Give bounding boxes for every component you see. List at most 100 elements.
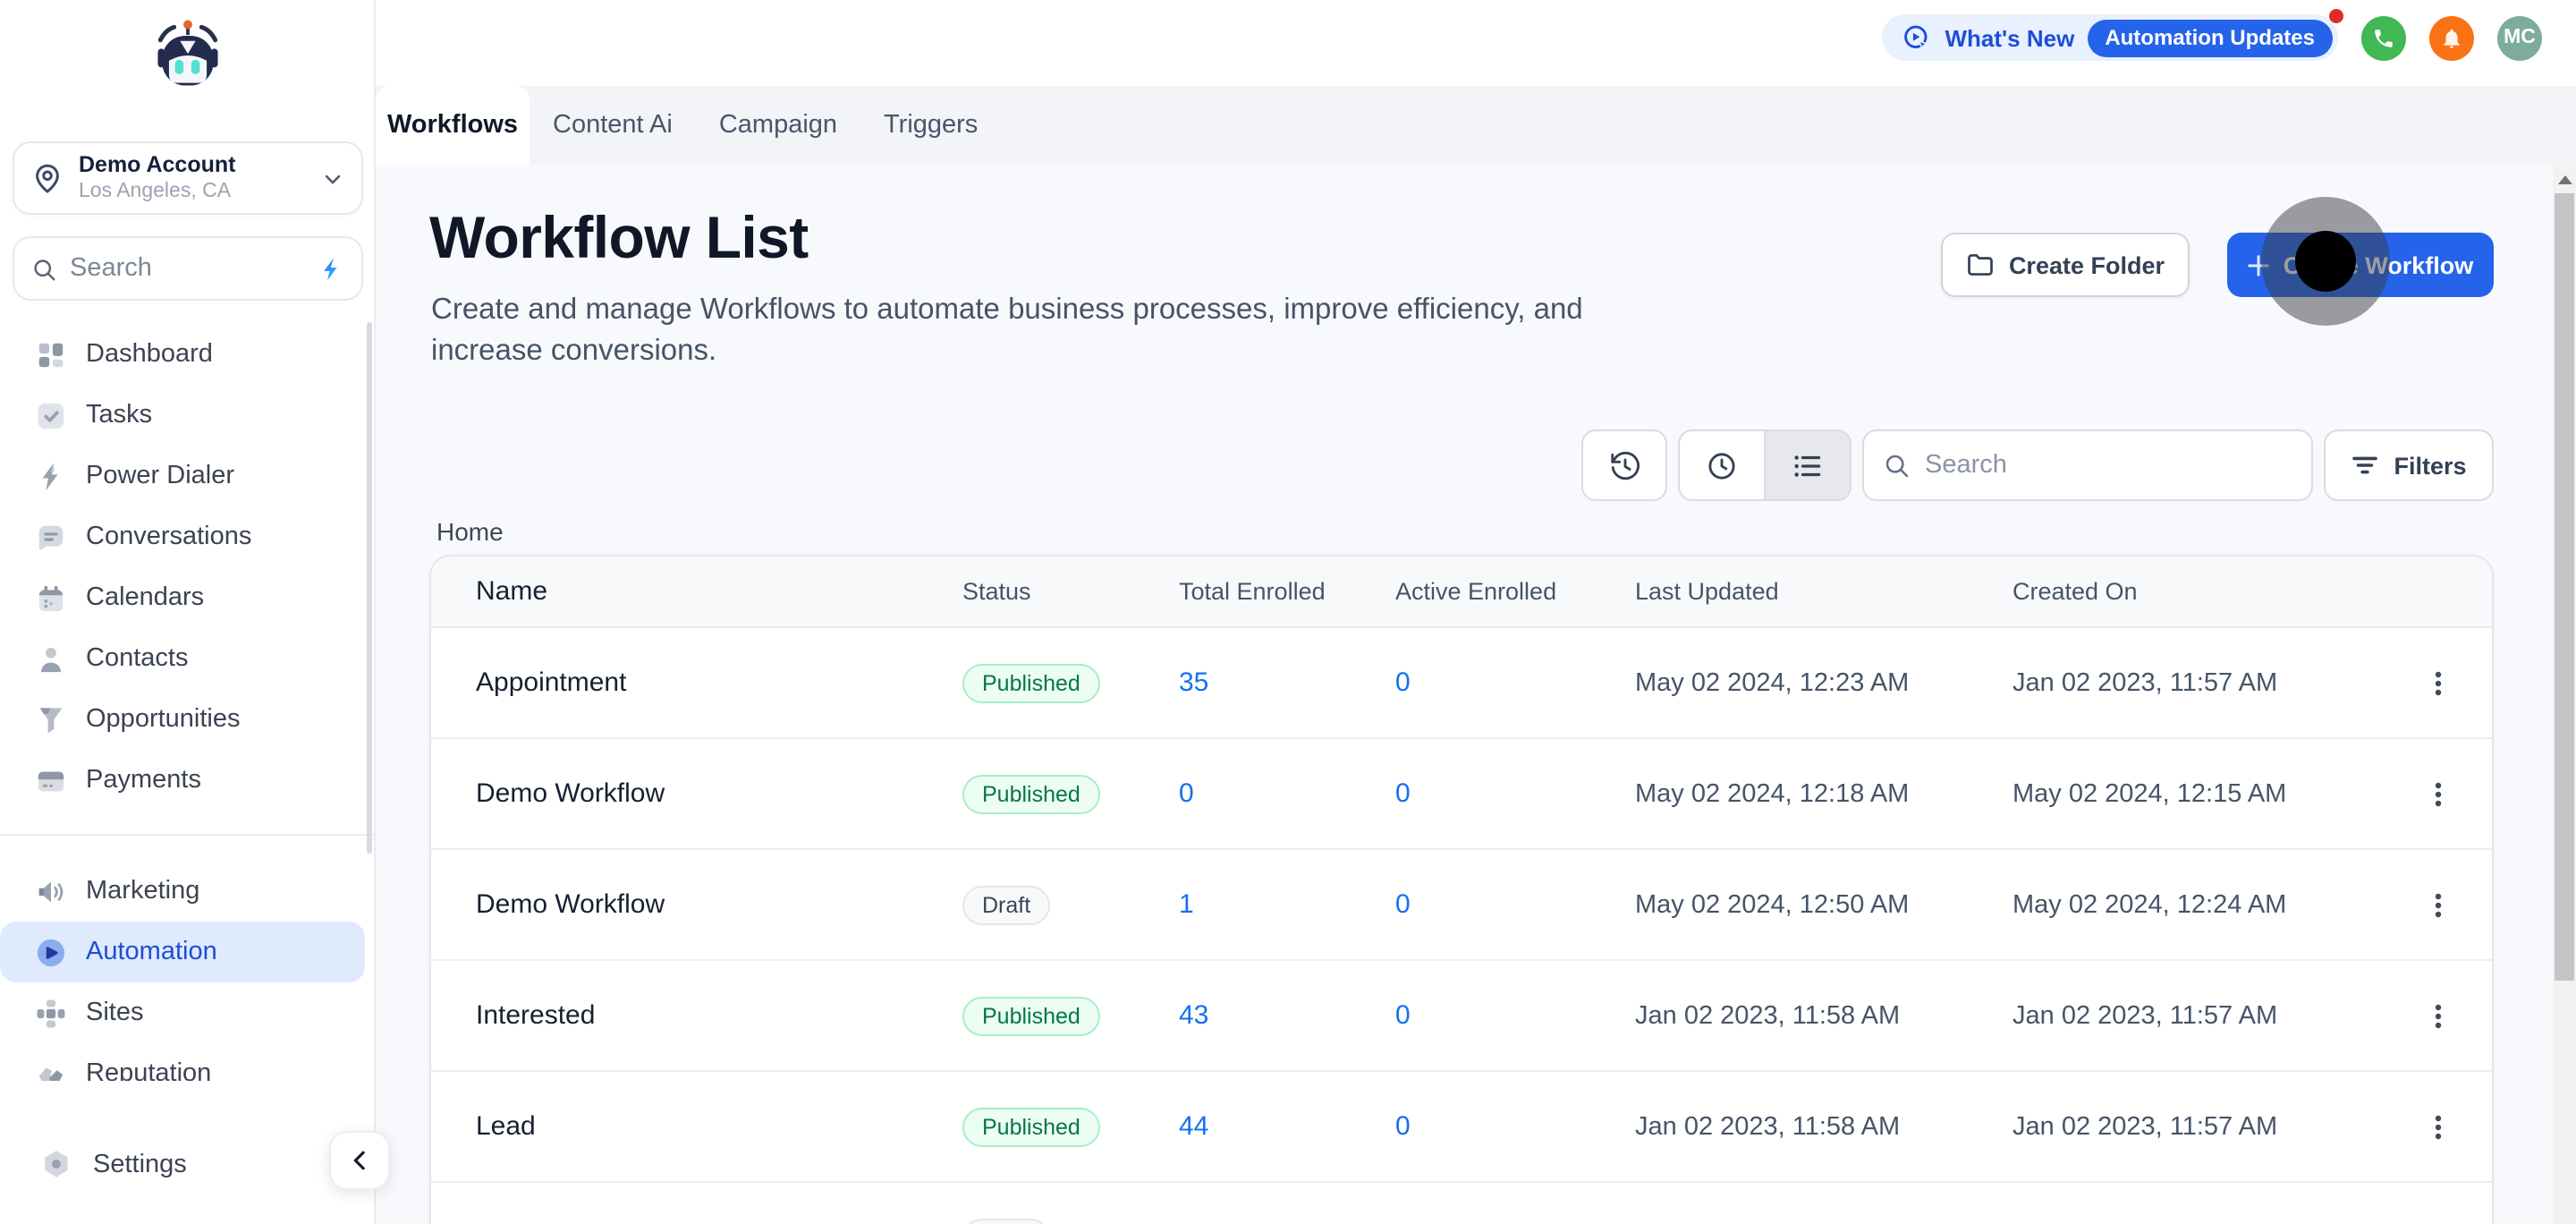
sidebar-item-conversations[interactable]: Conversations	[0, 506, 376, 567]
create-folder-button[interactable]: Create Folder	[1940, 233, 2190, 297]
history-button[interactable]	[1581, 429, 1667, 501]
column-header-total-enrolled: Total Enrolled	[1179, 578, 1326, 605]
sidebar-item-contacts[interactable]: Contacts	[0, 628, 376, 689]
view-toggle	[1678, 429, 1852, 501]
column-header-last-updated: Last Updated	[1635, 578, 1779, 605]
account-info: Demo Account Los Angeles, CA	[79, 152, 320, 204]
row-menu-button[interactable]	[2417, 883, 2460, 926]
row-menu-button[interactable]	[2417, 1105, 2460, 1148]
scrollbar-thumb[interactable]	[2555, 193, 2574, 981]
table-row[interactable]: Demo Workflow Draft 1 0 May 02 2024, 12:…	[431, 850, 2492, 961]
active-enrolled-link[interactable]: 0	[1395, 778, 1411, 808]
workflow-name[interactable]: Demo Workflow	[431, 778, 962, 809]
brand-robot-logo-icon	[147, 14, 229, 97]
table-row[interactable]: Lead Published 44 0 Jan 02 2023, 11:58 A…	[431, 1072, 2492, 1183]
created-on: May 02 2024, 12:15 AM	[2012, 779, 2287, 808]
topbar: What's New Automation Updates MC	[376, 0, 2576, 86]
sidebar-item-marketing[interactable]: Marketing	[0, 861, 376, 922]
search-icon	[1882, 451, 1911, 480]
topbar-actions: What's New Automation Updates MC	[1882, 9, 2542, 61]
tab-triggers[interactable]: Triggers	[860, 86, 1001, 165]
list-toolbar: Filters	[1581, 429, 2494, 501]
page-title: Workflow List	[429, 204, 809, 270]
sidebar-item-opportunities[interactable]: Opportunities	[0, 689, 376, 750]
last-updated: Jan 02 2023, 11:58 AM	[1635, 1001, 1901, 1030]
row-menu-button[interactable]	[2417, 772, 2460, 815]
tasks-icon	[34, 399, 66, 431]
sidebar-search-input[interactable]	[70, 254, 318, 283]
sidebar-item-dashboard[interactable]: Dashboard	[0, 324, 376, 385]
table-row[interactable]: Interested Published 43 0 Jan 02 2023, 1…	[431, 961, 2492, 1072]
total-enrolled-link[interactable]: 35	[1179, 667, 1208, 697]
total-enrolled-link[interactable]: 0	[1179, 778, 1194, 808]
account-switcher[interactable]: Demo Account Los Angeles, CA	[13, 141, 363, 215]
last-updated: May 02 2024, 12:18 AM	[1635, 779, 1910, 808]
tab-workflows[interactable]: Workflows	[376, 86, 530, 165]
opportunities-icon	[34, 703, 66, 735]
tab-campaign[interactable]: Campaign	[696, 86, 860, 165]
workflow-name[interactable]: Appointment	[431, 667, 962, 698]
total-enrolled-link[interactable]: 44	[1179, 1110, 1208, 1141]
active-enrolled-link[interactable]: 0	[1395, 1110, 1411, 1141]
plus-icon	[2248, 253, 2271, 276]
workflow-name[interactable]: Demo Workflow	[431, 889, 962, 920]
table-row[interactable]: Appointment Published 35 0 May 02 2024, …	[431, 628, 2492, 739]
sidebar-item-tasks[interactable]: Tasks	[0, 385, 376, 446]
timeline-view-button[interactable]	[1680, 431, 1764, 499]
create-workflow-label: Create Workflow	[2283, 251, 2474, 278]
sidebar-item-reputation[interactable]: Reputation	[0, 1043, 376, 1081]
workflow-name[interactable]: Interested	[431, 1000, 962, 1031]
sidebar-scrollbar[interactable]	[366, 322, 372, 854]
sites-icon	[34, 997, 66, 1029]
status-badge: Published	[962, 774, 1100, 813]
table-row[interactable]: Demo Workflow Published 0 0 May 02 2024,…	[431, 739, 2492, 850]
list-view-button[interactable]	[1764, 431, 1850, 499]
breadcrumb[interactable]: Home	[436, 517, 504, 546]
workflow-search-input[interactable]	[1925, 451, 2293, 480]
sidebar-item-payments[interactable]: Payments	[0, 750, 376, 811]
filters-button[interactable]: Filters	[2324, 429, 2494, 501]
sidebar-item-automation[interactable]: Automation	[0, 922, 365, 982]
workflow-search	[1862, 429, 2313, 501]
sidebar-item-sites[interactable]: Sites	[0, 982, 376, 1043]
active-enrolled-link[interactable]: 0	[1395, 667, 1411, 697]
sidebar-item-label: Conversations	[86, 523, 252, 551]
total-enrolled-link[interactable]: 1	[1179, 888, 1194, 919]
sidebar-item-calendars[interactable]: Calendars	[0, 567, 376, 628]
main-scrollbar[interactable]	[2553, 165, 2576, 1224]
active-enrolled-link[interactable]: 0	[1395, 999, 1411, 1030]
settings-label: Settings	[93, 1151, 187, 1179]
create-folder-label: Create Folder	[2008, 251, 2165, 278]
automation-updates-badge[interactable]: Automation Updates	[2087, 19, 2333, 56]
scroll-up-arrow-icon[interactable]	[2557, 175, 2572, 184]
sidebar-item-settings[interactable]: Settings	[0, 1135, 376, 1195]
sidebar-collapse-button[interactable]	[329, 1131, 390, 1190]
row-menu-button[interactable]	[2417, 661, 2460, 704]
location-pin-icon	[30, 161, 64, 195]
row-menu-button[interactable]	[2417, 994, 2460, 1037]
sidebar-item-power-dialer[interactable]: Power Dialer	[0, 446, 376, 506]
settings-gear-icon	[41, 1149, 73, 1181]
last-updated: May 02 2024, 12:23 AM	[1635, 668, 1910, 697]
sidebar-item-label: Power Dialer	[86, 462, 234, 490]
sidebar-divider	[0, 834, 376, 836]
user-avatar[interactable]: MC	[2497, 15, 2542, 60]
total-enrolled-link[interactable]: 43	[1179, 999, 1208, 1030]
created-on: Jan 02 2023, 11:57 AM	[2012, 1001, 2278, 1030]
quick-actions-bolt-icon[interactable]	[318, 255, 345, 282]
tab-content-ai[interactable]: Content Ai	[530, 86, 696, 165]
whatsapp-button[interactable]	[2361, 15, 2406, 60]
whats-new-button[interactable]: What's New Automation Updates	[1882, 9, 2343, 61]
active-enrolled-link[interactable]: 0	[1395, 888, 1411, 919]
main-content: Workflow List Create and manage Workflow…	[376, 165, 2576, 1224]
create-workflow-button[interactable]: Create Workflow	[2227, 233, 2494, 297]
notifications-bell-button[interactable]	[2429, 15, 2474, 60]
history-icon	[1607, 448, 1641, 482]
reputation-icon	[34, 1058, 66, 1081]
marketing-icon	[34, 875, 66, 907]
workflow-name[interactable]: Lead	[431, 1111, 962, 1142]
table-row[interactable]: Draft	[431, 1183, 2492, 1224]
sidebar-item-label: Automation	[86, 938, 217, 966]
payments-icon	[34, 764, 66, 796]
status-badge: Draft	[962, 885, 1051, 924]
